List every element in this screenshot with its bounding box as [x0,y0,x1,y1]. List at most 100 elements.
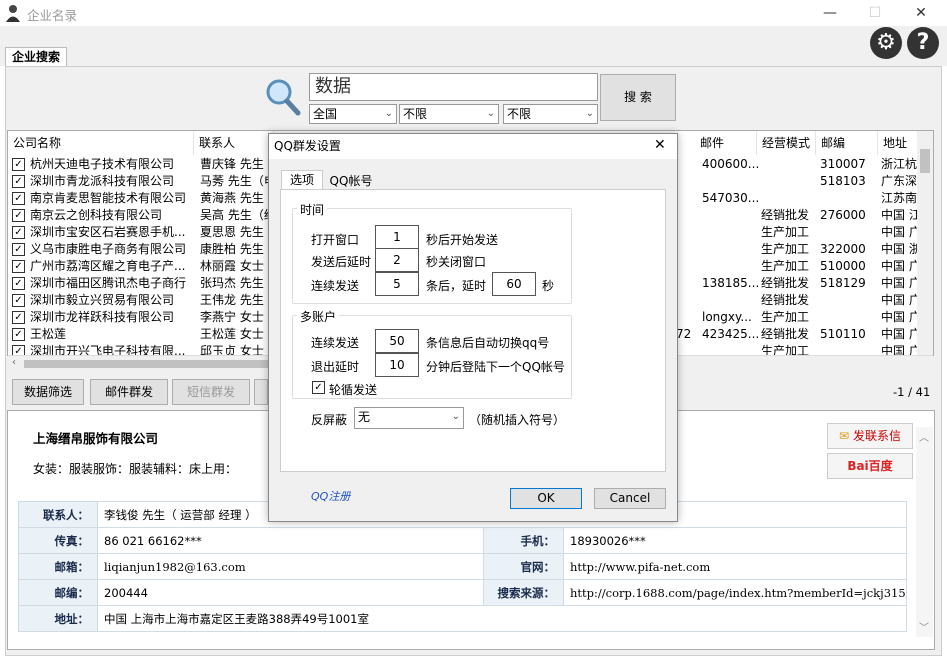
cell-extra [676,190,696,207]
dialog-close-icon[interactable]: ✕ [654,137,666,153]
region-select[interactable]: 全国 ⌄ [309,104,397,124]
open-window-input[interactable]: 1 [375,225,419,249]
detail-scrollbar[interactable]: ︿ ﹀ [916,427,933,637]
row-checkbox[interactable]: ✓ [12,243,25,256]
cell-email: 547030... [702,191,758,205]
sms-mass-send-button[interactable]: 短信群发 [172,379,250,405]
continuous-send-input[interactable]: 5 [375,272,419,296]
search-button[interactable]: 搜 索 [600,74,676,121]
row-checkbox[interactable]: ✓ [12,294,25,307]
cell-extra [676,173,696,190]
tab-enterprise-search[interactable]: 企业搜索 [5,47,67,67]
anti-shield-label: 反屏蔽 [311,413,348,427]
source-label: 搜索来源： [483,579,564,606]
continuous-send-mid: 条后，延时 [426,279,487,293]
more-button[interactable] [254,379,268,405]
multi-send-input[interactable]: 50 [375,329,419,353]
cell-mode [761,190,817,207]
row-checkbox[interactable]: ✓ [12,158,25,171]
cell-contact: 李燕宁 女士 [200,310,264,324]
filter1-select[interactable]: 不限 ⌄ [399,104,499,124]
detail-industry: 女装：服装服饰：服装辅料：床上用： [33,462,238,476]
exit-delay-input[interactable]: 10 [375,353,419,377]
ok-button[interactable]: OK [510,488,582,509]
cell-extra [676,258,696,275]
cell-zip [820,224,880,241]
cell-company: 深圳市青龙派科技有限公司 [30,174,175,188]
cancel-button[interactable]: Cancel [594,488,666,509]
cell-zip [820,190,880,207]
col-header-email[interactable]: 邮件 [695,131,757,155]
group-multi-label: 多账户 [297,308,340,325]
email-label: 邮箱： [18,553,98,580]
row-checkbox[interactable]: ✓ [12,226,25,239]
anti-shield-select[interactable]: 无 ⌄ [354,407,464,429]
cell-mode: 生产加工 [761,225,810,239]
col-header-contact[interactable]: 联系人 [194,131,274,155]
table-vertical-scrollbar[interactable] [917,131,933,355]
row-checkbox[interactable]: ✓ [12,260,25,273]
cell-contact: 林丽霞 女士 [200,259,264,273]
settings-gear-icon[interactable]: ⚙ [870,27,902,59]
minimize-button[interactable]: — [815,2,845,24]
cell-mode: 经销批发 [761,276,810,290]
row-checkbox[interactable]: ✓ [12,192,25,205]
baidu-search-button[interactable]: Bai百度 [827,453,913,479]
source-value[interactable]: http://corp.1688.com/page/index.htm?memb… [563,579,907,606]
cell-extra [676,292,696,309]
cell-company: 深圳市福田区腾讯杰电子商行 [30,276,187,290]
row-checkbox[interactable]: ✓ [12,175,25,188]
cell-mode: 经销批发 [761,208,810,222]
cell-contact: 曹庆锋 先生 [200,157,264,171]
row-checkbox[interactable]: ✓ [12,328,25,341]
fax-label: 传真： [18,527,98,554]
cell-extra [676,309,696,326]
cell-zip: 322000 [820,242,866,256]
row-checkbox[interactable]: ✓ [12,209,25,222]
tab-options[interactable]: 选项 [281,170,323,190]
group-time-label: 时间 [297,201,328,218]
cell-contact: 吴高 先生（经 [200,208,275,222]
col-header-company[interactable]: 公司名称 [8,131,194,155]
cell-extra [676,156,696,173]
email-value[interactable]: liqianjun1982@163.com [97,553,484,580]
close-button[interactable]: ✕ [906,2,936,24]
cell-email [702,224,758,241]
cell-email [702,292,758,309]
search-input[interactable]: 数据 [309,73,598,101]
cell-contact: 王伟龙 先生 [200,293,264,307]
mail-mass-send-button[interactable]: 邮件群发 [90,379,168,405]
row-checkbox[interactable]: ✓ [12,277,25,290]
continuous-delay-input[interactable]: 60 [492,272,536,296]
maximize-button[interactable]: ☐ [860,2,890,24]
app-person-icon [5,4,21,22]
anti-shield-suffix: （随机插入符号） [469,413,566,427]
cell-company: 深圳市龙祥跃科技有限公司 [30,310,175,324]
filter2-select[interactable]: 不限 ⌄ [503,104,598,124]
cell-contact: 夏思恩 先生 [200,225,264,239]
cell-mode: 经销批发 [761,327,810,341]
send-contact-letter-button[interactable]: ✉ 发联系信 [827,423,913,449]
magnifier-icon [265,78,301,116]
website-value[interactable]: http://www.pifa-net.com [563,553,907,580]
cell-extra: 72 [676,327,692,341]
col-header-mode[interactable]: 经营模式 [757,131,816,155]
cell-company: 杭州天迪电子技术有限公司 [30,157,175,171]
cell-mode [761,156,817,173]
mobile-label: 手机： [483,527,564,554]
col-header-zip[interactable]: 邮编 [816,131,878,155]
delay-close-suffix: 秒关闭窗口 [426,255,487,269]
help-icon[interactable]: ? [907,27,939,59]
cell-email [702,241,758,258]
cell-zip: 276000 [820,208,866,222]
page-counter: -1 / 41 [893,385,931,399]
title-bar [0,0,947,26]
delay-close-input[interactable]: 2 [375,248,419,272]
row-checkbox[interactable]: ✓ [12,311,25,324]
continuous-send-label: 连续发送 [311,279,360,293]
tab-bar [0,26,947,66]
multi-send-label: 连续发送 [311,336,360,350]
qq-register-link[interactable]: QQ注册 [311,488,350,504]
data-filter-button[interactable]: 数据筛选 [12,379,84,405]
loop-send-checkbox[interactable]: ✓ [312,381,325,394]
